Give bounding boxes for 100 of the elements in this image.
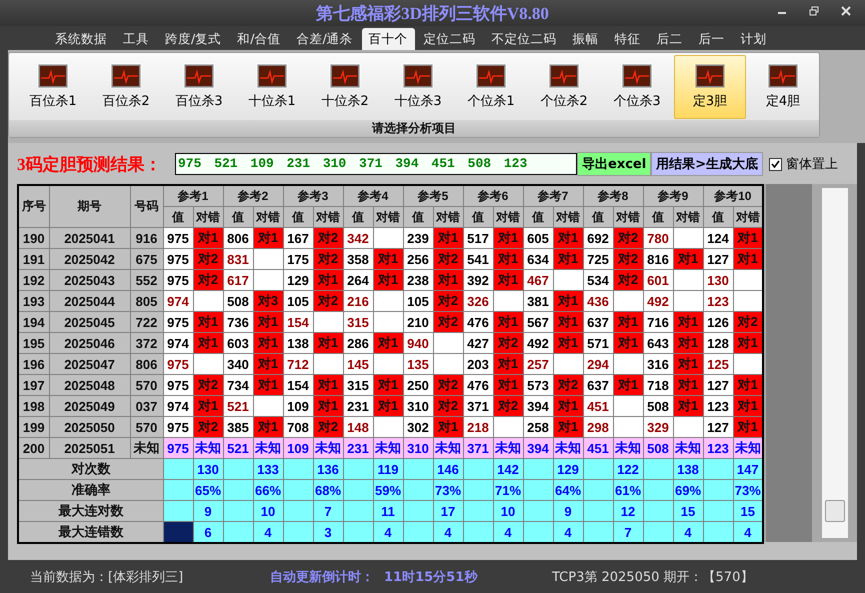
table-cell: 250 bbox=[403, 374, 433, 396]
menu-tab[interactable]: 定位二码 bbox=[416, 28, 483, 50]
column-header: 对错 bbox=[553, 206, 583, 228]
table-cell: 对1 bbox=[253, 332, 283, 354]
table-cell: 对2 bbox=[313, 290, 343, 312]
table-cell: 315 bbox=[343, 312, 373, 332]
menu-tab[interactable]: 后二 bbox=[650, 28, 690, 50]
table-cell: 对1 bbox=[493, 248, 523, 270]
table-cell: 385 bbox=[223, 416, 253, 438]
table-cell: 未知 bbox=[313, 438, 343, 458]
table-cell: 326 bbox=[463, 290, 493, 312]
menu-tab[interactable]: 计划 bbox=[734, 28, 774, 50]
ribbon-button[interactable]: 个位杀3 bbox=[601, 54, 673, 118]
table-cell: 197 bbox=[18, 374, 49, 396]
scroll-thumb[interactable] bbox=[824, 500, 845, 522]
ribbon-button[interactable]: 十位杀2 bbox=[309, 54, 381, 118]
table-cell: 199 bbox=[18, 416, 49, 438]
table-cell: 109 bbox=[283, 396, 313, 416]
table-cell: 467 bbox=[523, 270, 553, 290]
table-cell: 未知 bbox=[613, 438, 643, 458]
table-cell: 对2 bbox=[433, 396, 463, 416]
heartbeat-monitor-icon bbox=[403, 64, 433, 88]
column-header: 参考1 bbox=[163, 185, 223, 206]
table-cell: 对1 bbox=[373, 270, 403, 290]
table-cell: 最大连对数 bbox=[18, 500, 163, 522]
table-cell: 329 bbox=[643, 416, 673, 438]
table-cell: 4 bbox=[733, 522, 764, 543]
table-cell: 736 bbox=[223, 312, 253, 332]
vertical-scrollbar[interactable] bbox=[822, 188, 848, 538]
menu-tab[interactable]: 合差/通杀 bbox=[289, 28, 360, 50]
table-cell: 对1 bbox=[193, 312, 223, 332]
table-cell: 310 bbox=[403, 438, 433, 458]
table-cell: 2025041 bbox=[49, 228, 130, 248]
prediction-field[interactable]: 975 521 109 231 310 371 394 451 508 123 bbox=[175, 153, 577, 175]
table-cell: 对1 bbox=[733, 374, 764, 396]
table-cell: 对2 bbox=[313, 416, 343, 438]
ribbon-button[interactable]: 个位杀2 bbox=[528, 54, 600, 118]
ribbon-button[interactable]: 定4胆 bbox=[747, 54, 819, 118]
menu-tab[interactable]: 振幅 bbox=[566, 28, 606, 50]
table-cell: 310 bbox=[403, 396, 433, 416]
column-header: 序号 bbox=[18, 185, 49, 228]
table-cell: 722 bbox=[130, 312, 163, 332]
table-cell: 286 bbox=[343, 332, 373, 354]
menu-tab[interactable]: 特征 bbox=[608, 28, 648, 50]
table-cell[interactable] bbox=[163, 500, 193, 522]
export-button[interactable]: 导出excel bbox=[577, 152, 652, 176]
ribbon-button[interactable]: 百位杀1 bbox=[17, 54, 89, 118]
table-cell: 对2 bbox=[733, 312, 764, 332]
table-cell: 对1 bbox=[493, 228, 523, 248]
table-cell: 975 bbox=[163, 354, 193, 374]
table-cell: 436 bbox=[583, 290, 613, 312]
ribbon-button[interactable]: 百位杀3 bbox=[163, 54, 235, 118]
close-icon[interactable] bbox=[841, 6, 851, 16]
table-cell: 037 bbox=[130, 396, 163, 416]
table-cell: 68% bbox=[313, 480, 343, 500]
table-cell: 对1 bbox=[613, 374, 643, 396]
ribbon-button[interactable]: 十位杀1 bbox=[236, 54, 308, 118]
menu-tab[interactable]: 系统数据 bbox=[48, 28, 114, 50]
heartbeat-monitor-icon bbox=[768, 64, 798, 88]
table-cell[interactable] bbox=[163, 480, 193, 500]
table-cell: 571 bbox=[583, 332, 613, 354]
generate-button[interactable]: 用结果>生成大底 bbox=[651, 152, 764, 176]
table-cell: 2025051 bbox=[49, 438, 130, 458]
ribbon-button[interactable]: 十位杀3 bbox=[382, 54, 454, 118]
table-cell: 617 bbox=[223, 270, 253, 290]
ribbon-button[interactable]: 百位杀2 bbox=[90, 54, 162, 118]
menu-tab[interactable]: 百十个 bbox=[362, 28, 415, 50]
ribbon-button[interactable]: 个位杀1 bbox=[455, 54, 527, 118]
table-cell: 对2 bbox=[553, 374, 583, 396]
table-cell: 371 bbox=[463, 438, 493, 458]
table-cell: 191 bbox=[18, 248, 49, 270]
table-cell: 725 bbox=[583, 248, 613, 270]
table-cell: 603 bbox=[223, 332, 253, 354]
menu-tab[interactable]: 跨度/复式 bbox=[158, 28, 228, 50]
ribbon-button[interactable]: 定3胆 bbox=[674, 54, 746, 118]
table-cell: 3 bbox=[313, 522, 343, 543]
heartbeat-monitor-icon bbox=[622, 64, 652, 88]
table-cell: 对1 bbox=[433, 228, 463, 248]
table-cell: 142 bbox=[493, 458, 523, 480]
menu-tab[interactable]: 后一 bbox=[692, 28, 732, 50]
table-cell[interactable] bbox=[163, 522, 193, 543]
table-cell: 342 bbox=[343, 228, 373, 248]
table-cell: 692 bbox=[583, 228, 613, 248]
table-cell: 124 bbox=[703, 228, 733, 248]
menu-tab[interactable]: 和/合值 bbox=[230, 28, 288, 50]
table-cell: 对1 bbox=[253, 312, 283, 332]
table-cell: 734 bbox=[223, 374, 253, 396]
table-cell: 对1 bbox=[673, 332, 703, 354]
checkbox[interactable] bbox=[769, 158, 782, 170]
table-cell: 239 bbox=[403, 228, 433, 248]
table-cell: 对1 bbox=[553, 416, 583, 438]
menu-tab[interactable]: 工具 bbox=[116, 28, 156, 50]
table-cell: 对1 bbox=[193, 228, 223, 248]
table-cell: 2025047 bbox=[49, 354, 130, 374]
table-cell: 对2 bbox=[433, 374, 463, 396]
restore-icon[interactable] bbox=[809, 6, 819, 16]
table-cell[interactable] bbox=[163, 458, 193, 480]
menu-tab[interactable]: 不定位二码 bbox=[484, 28, 564, 50]
table-cell: 对1 bbox=[313, 374, 343, 396]
table-cell: 61% bbox=[613, 480, 643, 500]
